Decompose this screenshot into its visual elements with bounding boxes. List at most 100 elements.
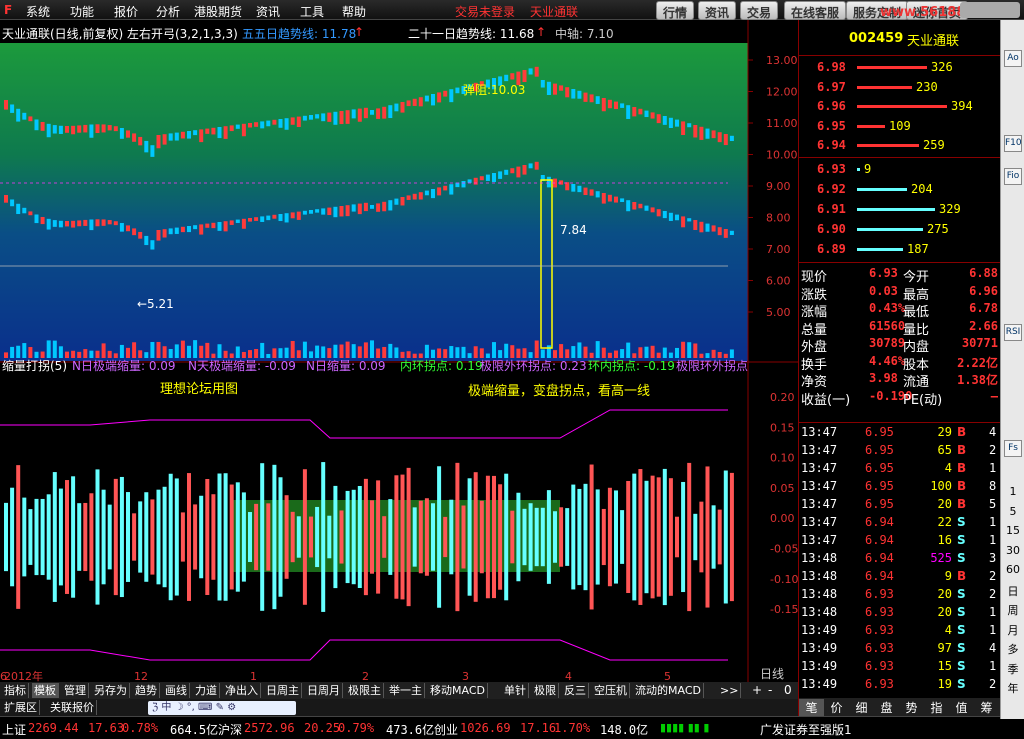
ad-login[interactable]: 交易未登录 xyxy=(455,3,515,20)
quote-tab[interactable]: 指 xyxy=(924,699,949,716)
menu-item[interactable]: 功能 xyxy=(70,3,94,20)
menu-item[interactable]: 系统 xyxy=(26,3,50,20)
candle-lower xyxy=(193,225,198,230)
sidebar-period[interactable]: 1 xyxy=(1001,485,1024,498)
sidebar-period[interactable]: 季 xyxy=(1001,661,1024,677)
indicator-tab[interactable]: 净出入 xyxy=(223,683,261,698)
candle-lower xyxy=(254,217,259,221)
sidebar-period[interactable]: 多 xyxy=(1001,641,1024,657)
sidebar-tool-button[interactable]: Fs xyxy=(1004,440,1022,457)
sidebar-period[interactable]: 周 xyxy=(1001,602,1024,618)
bid-volume: 9 xyxy=(864,162,872,176)
tab-extension[interactable]: 扩展区 xyxy=(2,700,40,715)
indicator-tab[interactable]: 极限 xyxy=(532,683,559,698)
sidebar-period[interactable]: 月 xyxy=(1001,622,1024,638)
indicator-tab[interactable]: 极限主 xyxy=(346,683,384,698)
osc-param-label: N日缩量: 0.09 xyxy=(306,359,386,373)
volume-bar xyxy=(351,344,356,358)
candle xyxy=(193,130,198,136)
indicator-tab[interactable]: 日周月 xyxy=(305,683,343,698)
menu-item[interactable]: 帮助 xyxy=(342,3,366,20)
indicator-tab[interactable]: 另存为 xyxy=(92,683,130,698)
toolbar-button[interactable]: 交易 xyxy=(740,1,779,20)
candle-lower xyxy=(589,189,594,196)
menu-item[interactable]: 港股期货 xyxy=(194,3,242,20)
indicator-tab[interactable]: 流动的MACD xyxy=(633,683,704,698)
quote-tab[interactable]: 细 xyxy=(849,699,874,716)
tab-related-quote[interactable]: 关联报价 xyxy=(48,700,97,715)
indicator-tab[interactable]: 反三 xyxy=(562,683,589,698)
quote-tab[interactable]: 笔 xyxy=(799,699,824,716)
indicator-tab[interactable]: 模板 xyxy=(32,683,59,698)
zoom-in-button[interactable]: + xyxy=(752,683,762,697)
ad-stock[interactable]: 天业通联 xyxy=(530,3,578,20)
sidebar-period[interactable]: 年 xyxy=(1001,680,1024,696)
menu-item[interactable]: 报价 xyxy=(114,3,138,20)
quote-tab[interactable]: 势 xyxy=(899,699,924,716)
indicator-tab[interactable]: 指标 xyxy=(2,683,29,698)
candle-lower xyxy=(424,190,429,196)
sidebar-period[interactable]: 5 xyxy=(1001,505,1024,518)
indicator-tab[interactable]: 举一主 xyxy=(387,683,425,698)
osc-bar xyxy=(278,477,283,597)
toolbar-button[interactable]: 在线客服 xyxy=(784,1,847,20)
indicator-tab[interactable]: 管理 xyxy=(62,683,89,698)
indicator-tab[interactable]: >> xyxy=(718,683,742,698)
zoom-out-button[interactable]: - xyxy=(768,683,772,697)
indicator-tab[interactable]: 空压机 xyxy=(592,683,630,698)
candle-lower xyxy=(302,210,307,215)
toolbar-button[interactable]: 资讯 xyxy=(698,1,737,20)
candle-lower xyxy=(370,205,374,209)
ime-toolbar[interactable]: ℨ 中 ☽ °, ⌨ ✎ ⚙ xyxy=(148,701,296,715)
volume-bar xyxy=(559,344,564,358)
toolbar-button[interactable]: 行情 xyxy=(656,1,695,20)
menu-item[interactable]: 分析 xyxy=(156,3,180,20)
candle-lower xyxy=(614,196,618,203)
quote-tab[interactable]: 筹 xyxy=(974,699,999,716)
candle-lower xyxy=(376,203,381,212)
osc-bar xyxy=(437,466,442,608)
indicator-tab[interactable]: 画线 xyxy=(163,683,190,698)
indicator-tab[interactable]: 趋势 xyxy=(133,683,160,698)
candle xyxy=(174,132,179,141)
candle-lower xyxy=(327,207,332,216)
volume-bar xyxy=(156,341,161,358)
candle-lower xyxy=(626,200,631,212)
sidebar-tool-button[interactable]: Fio xyxy=(1004,168,1022,185)
osc-bar xyxy=(296,516,301,558)
candle xyxy=(113,126,118,132)
candle-lower xyxy=(394,198,399,205)
indicator-tab[interactable]: 力道 xyxy=(193,683,220,698)
candle xyxy=(601,98,606,112)
high-arrow-2: ↑ xyxy=(536,25,547,39)
quote-tab[interactable]: 价 xyxy=(824,699,849,716)
candle xyxy=(546,81,551,96)
kline-chart[interactable]: 13.00 12.00 11.00 10.00 9.00 8.00 7.00 6.00 5.00… xyxy=(0,20,798,686)
sidebar-period[interactable]: 60 xyxy=(1001,563,1024,576)
zoom-buttons: + - 0 xyxy=(748,682,798,699)
quote-tab[interactable]: 值 xyxy=(949,699,974,716)
candle-lower xyxy=(656,209,661,217)
sidebar-period[interactable]: 15 xyxy=(1001,524,1024,537)
indicator-tab[interactable]: 单针 xyxy=(502,683,529,698)
indicator-tab[interactable]: 移动MACD xyxy=(428,683,488,698)
sidebar-tool-button[interactable]: RSI xyxy=(1004,324,1022,341)
sidebar-tool-button[interactable]: F10 xyxy=(1004,135,1022,152)
osc-bar xyxy=(534,507,539,567)
sidebar-period[interactable]: 30 xyxy=(1001,544,1024,557)
candle-lower xyxy=(546,176,551,188)
menu-item[interactable]: 资讯 xyxy=(256,3,280,20)
indicator-tab[interactable]: 日周主 xyxy=(264,683,302,698)
candle xyxy=(406,100,411,107)
menu-item[interactable]: 工具 xyxy=(300,3,324,20)
candle xyxy=(656,114,661,124)
tick-side: B xyxy=(957,497,967,511)
zoom-reset-button[interactable]: 0 xyxy=(784,683,792,697)
sidebar-period[interactable]: 日 xyxy=(1001,583,1024,599)
sidebar-tool-button[interactable]: Ao xyxy=(1004,50,1022,67)
chart-area[interactable]: 13.00 12.00 11.00 10.00 9.00 8.00 7.00 6.00 5.00… xyxy=(0,20,798,686)
volume-bar xyxy=(577,342,582,358)
window-controls[interactable] xyxy=(960,2,1020,18)
quote-tab[interactable]: 盘 xyxy=(874,699,899,716)
ask-price: 6.95 xyxy=(817,118,846,133)
